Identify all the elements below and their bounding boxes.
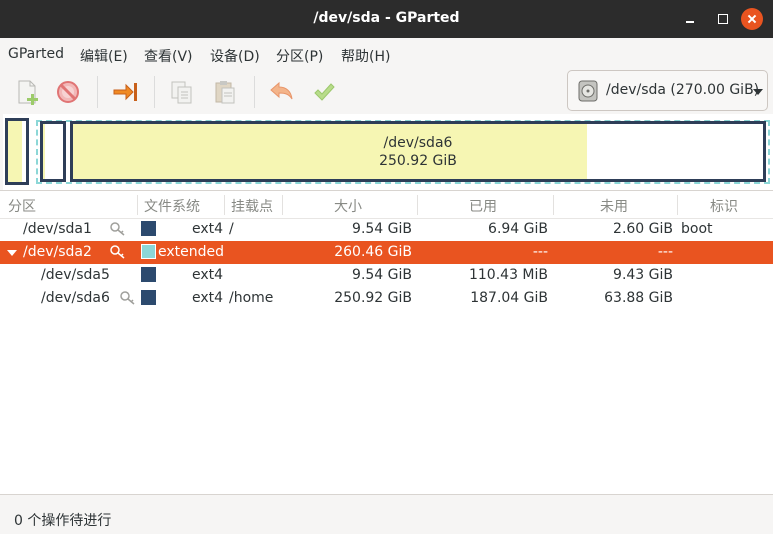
window-title: /dev/sda - GParted — [313, 10, 460, 26]
used-space: 110.43 MiB — [468, 267, 548, 283]
table-row[interactable]: /dev/sda5 ext4 9.54 GiB 110.43 MiB 9.43 … — [0, 264, 773, 287]
unused-space: 63.88 GiB — [604, 290, 673, 306]
column-used[interactable]: 已用 — [469, 196, 497, 216]
used-space-fill — [8, 121, 22, 182]
used-space: 187.04 GiB — [470, 290, 548, 306]
column-flags[interactable]: 标识 — [710, 196, 738, 216]
filesystem-color-swatch — [141, 244, 156, 259]
column-divider — [224, 195, 225, 215]
column-divider — [677, 195, 678, 215]
new-partition-icon — [18, 80, 38, 105]
new-partition-button[interactable] — [11, 76, 43, 108]
mount-point: / — [229, 221, 234, 237]
resize-move-button[interactable] — [109, 76, 141, 108]
selected-partition-label: /dev/sda6 250.92 GiB — [318, 134, 518, 170]
filesystem-color-swatch — [141, 221, 156, 236]
partition-name: /dev/sda2 — [23, 244, 92, 260]
key-icon — [110, 222, 125, 236]
pending-operations-status: 0 个操作待进行 — [14, 513, 112, 529]
menu-bar: GParted 编辑(E) 查看(V) 设备(D) 分区(P) 帮助(H) — [0, 38, 773, 70]
apply-button[interactable] — [308, 76, 340, 108]
undo-icon — [270, 81, 293, 100]
used-space: --- — [532, 244, 548, 260]
filesystem-type: ext4 — [192, 221, 224, 237]
chevron-down-icon — [753, 89, 763, 95]
column-divider — [137, 195, 138, 215]
table-header: 分区 文件系统 挂载点 大小 已用 未用 标识 — [0, 191, 773, 219]
key-icon — [120, 291, 135, 305]
maximize-button[interactable] — [713, 9, 733, 29]
partition-name: /dev/sda5 — [41, 267, 110, 283]
menu-device[interactable]: 设备(D) — [210, 46, 260, 66]
close-button[interactable] — [741, 8, 763, 30]
key-icon — [110, 245, 125, 259]
copy-button[interactable] — [166, 76, 198, 108]
unused-space: 9.43 GiB — [613, 267, 673, 283]
column-partition[interactable]: 分区 — [8, 196, 36, 216]
minimize-button[interactable] — [680, 9, 700, 29]
column-unused[interactable]: 未用 — [600, 196, 628, 216]
copy-icon — [171, 81, 192, 104]
selected-partition-name: /dev/sda6 — [383, 135, 453, 151]
menu-gparted[interactable]: GParted — [8, 46, 64, 62]
partition-size: 250.92 GiB — [334, 290, 412, 306]
harddisk-icon — [578, 80, 598, 102]
filesystem-type: ext4 — [192, 290, 224, 306]
filesystem-type: ext4 — [192, 267, 224, 283]
delete-button[interactable] — [52, 76, 84, 108]
toolbar: /dev/sda (270.00 GiB) — [0, 70, 773, 114]
partition-size: 260.46 GiB — [334, 244, 412, 260]
toolbar-separator — [254, 76, 255, 108]
filesystem-type: extended — [158, 244, 225, 260]
apply-icon — [314, 83, 335, 101]
partition-name: /dev/sda1 — [23, 221, 92, 237]
table-row-selected[interactable]: /dev/sda2 extended 260.46 GiB --- --- — [0, 241, 773, 264]
used-space-fill — [43, 124, 45, 179]
expander-arrow-icon[interactable] — [7, 250, 17, 256]
menu-view[interactable]: 查看(V) — [144, 46, 193, 66]
column-divider — [282, 195, 283, 215]
undo-button[interactable] — [266, 76, 298, 108]
partition-block-sda5[interactable] — [40, 121, 66, 182]
column-mountpoint[interactable]: 挂载点 — [231, 196, 273, 216]
paste-button[interactable] — [209, 76, 241, 108]
partition-map: /dev/sda6 250.92 GiB — [3, 114, 773, 190]
paste-icon — [215, 81, 235, 104]
status-bar: 0 个操作待进行 — [0, 494, 773, 534]
menu-help[interactable]: 帮助(H) — [341, 46, 390, 66]
toolbar-separator — [154, 76, 155, 108]
selected-partition-size: 250.92 GiB — [379, 153, 457, 169]
menu-edit[interactable]: 编辑(E) — [80, 46, 128, 66]
column-divider — [417, 195, 418, 215]
used-space: 6.94 GiB — [488, 221, 548, 237]
partition-flags: boot — [681, 221, 713, 237]
device-label: /dev/sda (270.00 GiB) — [606, 82, 760, 98]
partition-size: 9.54 GiB — [352, 221, 412, 237]
menu-partition[interactable]: 分区(P) — [276, 46, 323, 66]
column-size[interactable]: 大小 — [334, 196, 362, 216]
partition-size: 9.54 GiB — [352, 267, 412, 283]
partition-table: 分区 文件系统 挂载点 大小 已用 未用 标识 /dev/sda1 ext4 /… — [0, 190, 773, 494]
unused-space: 2.60 GiB — [613, 221, 673, 237]
unused-space: --- — [657, 244, 673, 260]
resize-move-icon — [113, 83, 137, 101]
column-divider — [553, 195, 554, 215]
table-row[interactable]: /dev/sda6 ext4 /home 250.92 GiB 187.04 G… — [0, 287, 773, 310]
title-bar: /dev/sda - GParted — [0, 0, 773, 38]
table-row[interactable]: /dev/sda1 ext4 / 9.54 GiB 6.94 GiB 2.60 … — [0, 218, 773, 241]
delete-icon — [57, 81, 79, 103]
partition-block-sda1[interactable] — [5, 118, 29, 185]
filesystem-color-swatch — [141, 290, 156, 305]
toolbar-separator — [97, 76, 98, 108]
device-selector[interactable]: /dev/sda (270.00 GiB) — [567, 70, 768, 111]
column-filesystem[interactable]: 文件系统 — [144, 196, 200, 216]
filesystem-color-swatch — [141, 267, 156, 282]
partition-name: /dev/sda6 — [41, 290, 110, 306]
mount-point: /home — [229, 290, 274, 306]
